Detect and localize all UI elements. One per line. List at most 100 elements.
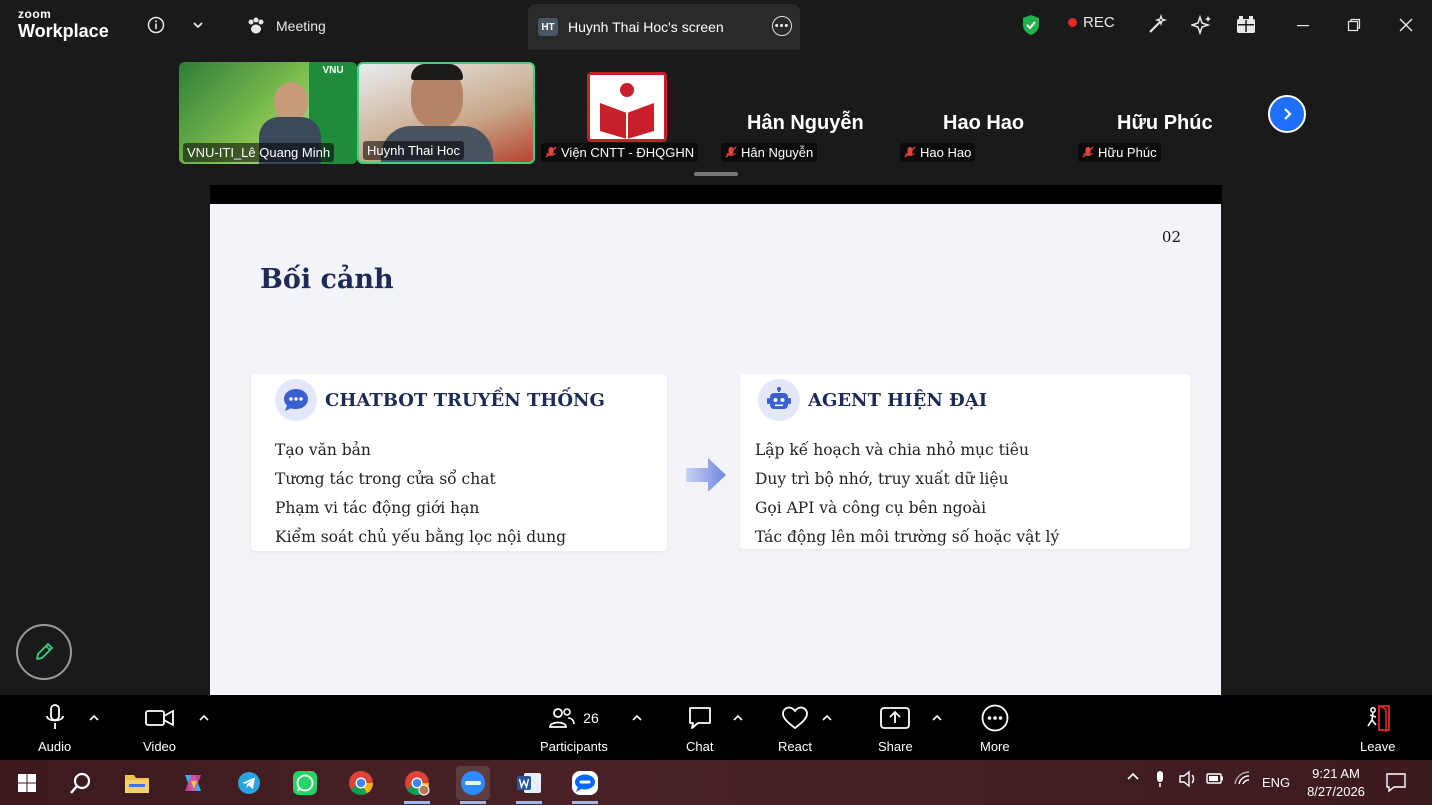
battery-icon[interactable] — [1205, 770, 1225, 789]
windows-taskbar: ENG 9:21 AM 8/27/2026 — [0, 760, 1432, 805]
share-button[interactable]: Share — [878, 703, 913, 754]
copilot-icon[interactable] — [176, 766, 210, 800]
ai-companion-sparkle-icon[interactable] — [1189, 12, 1215, 38]
apps-icon[interactable] — [1233, 12, 1259, 38]
file-explorer-icon[interactable] — [120, 766, 154, 800]
restore-icon[interactable] — [1341, 12, 1367, 38]
word-icon[interactable] — [512, 766, 546, 804]
recording-indicator[interactable]: REC — [1068, 14, 1115, 31]
screen-share-tab[interactable]: HT Huynh Thai Hoc's screen ••• — [528, 4, 800, 50]
magic-wand-icon[interactable] — [1144, 12, 1170, 38]
zoom-app-icon[interactable] — [456, 766, 490, 804]
more-options-icon[interactable]: ••• — [772, 16, 792, 36]
audio-options-caret[interactable] — [87, 711, 101, 725]
mic-muted-icon — [545, 145, 557, 158]
presenter-avatar: HT — [538, 18, 558, 36]
participants-button[interactable]: 26 Participants — [540, 703, 608, 754]
chat-button[interactable]: Chat — [686, 703, 713, 754]
annotate-button[interactable] — [16, 624, 72, 680]
share-screen-icon — [880, 707, 911, 729]
system-clock[interactable]: 9:21 AM 8/27/2026 — [1296, 765, 1376, 801]
participants-options-caret[interactable] — [630, 711, 644, 725]
search-icon — [70, 772, 91, 794]
windows-logo-icon — [18, 774, 36, 792]
participant-name-tile[interactable]: Hân Nguyễn Hân Nguyễn — [717, 62, 895, 164]
share-options-caret[interactable] — [930, 711, 944, 725]
chevron-down-icon[interactable] — [185, 12, 211, 38]
video-label: Video — [143, 739, 177, 754]
active-speaker-tile[interactable]: Huynh Thai Hoc — [357, 62, 535, 164]
participant-name-label: Hao Hao — [900, 143, 976, 162]
leave-door-icon — [1367, 705, 1390, 732]
leave-button[interactable]: Leave — [1360, 703, 1395, 754]
chevron-up-icon — [932, 714, 942, 721]
zalo-icon[interactable] — [568, 766, 602, 804]
list-item: Duy trì bộ nhớ, truy xuất dữ liệu — [755, 470, 1009, 488]
info-icon[interactable] — [143, 12, 169, 38]
participant-name: Hao Hao — [920, 145, 972, 160]
card-header: AGENT HIỆN ĐẠI — [758, 379, 987, 421]
card-list: Lập kế hoạch và chia nhỏ mục tiêu Duy tr… — [755, 436, 1059, 552]
card-list: Tạo văn bản Tương tác trong cửa sổ chat … — [275, 436, 566, 552]
input-language[interactable]: ENG — [1262, 775, 1290, 790]
gallery-resize-handle[interactable] — [694, 172, 738, 176]
list-item: Tạo văn bản — [275, 441, 371, 459]
banner-text: VNU — [322, 65, 344, 76]
chrome-icon[interactable] — [344, 766, 378, 800]
shared-screen-top-bar — [210, 185, 1222, 205]
mic-muted-icon — [1082, 145, 1094, 158]
card-header: CHATBOT TRUYỀN THỐNG — [275, 379, 605, 421]
participant-name-label: Hân Nguyễn — [721, 143, 818, 162]
rec-dot-icon — [1068, 18, 1077, 27]
slide-number: 02 — [1161, 228, 1181, 246]
clock-time: 9:21 AM — [1312, 766, 1360, 781]
audio-label: Audio — [38, 739, 72, 754]
more-button[interactable]: More — [980, 703, 1010, 754]
participant-name-label: Hữu Phúc — [1078, 143, 1161, 162]
chevron-up-icon — [1127, 772, 1139, 780]
pencil-icon — [36, 643, 53, 660]
participant-video-tile[interactable]: VNU VNU-ITI_Lê Quang Minh — [179, 62, 357, 164]
video-button[interactable]: Video — [143, 703, 176, 754]
start-button[interactable] — [10, 766, 44, 800]
share-label: Share — [878, 739, 913, 754]
participant-hair — [411, 64, 463, 80]
chat-options-caret[interactable] — [731, 711, 745, 725]
participants-label: Participants — [540, 739, 608, 754]
participant-name-tile[interactable]: Hao Hao Hao Hao — [896, 62, 1074, 164]
participant-name-tile[interactable]: Hữu Phúc Hữu Phúc — [1074, 62, 1252, 164]
title-bar: zoom Workplace Meeting HT Huynh Thai Hoc… — [0, 0, 1432, 50]
whatsapp-icon[interactable] — [288, 766, 322, 800]
notifications-button[interactable] — [1385, 771, 1407, 796]
list-item: Tương tác trong cửa sổ chat — [275, 470, 496, 488]
chat-icon — [688, 707, 711, 729]
telegram-icon[interactable] — [232, 766, 266, 800]
search-button[interactable] — [64, 766, 98, 800]
screen-tab-title: Huynh Thai Hoc's screen — [568, 19, 724, 35]
participant-display-name: Hân Nguyễn — [747, 112, 864, 134]
card-title: CHATBOT TRUYỀN THỐNG — [325, 389, 605, 411]
close-icon[interactable] — [1393, 12, 1419, 38]
chevron-up-icon — [822, 714, 832, 721]
next-page-button[interactable] — [1268, 95, 1306, 133]
participant-name: VNU-ITI_Lê Quang Minh — [187, 145, 331, 160]
show-hidden-icons-button[interactable] — [1126, 770, 1140, 785]
more-label: More — [980, 739, 1010, 754]
react-button[interactable]: React — [778, 703, 812, 754]
chat-label: Chat — [686, 739, 714, 754]
participant-name-label: Huynh Thai Hoc — [363, 141, 464, 160]
participant-avatar-tile[interactable]: Viện CNTT - ĐHQGHN — [539, 62, 717, 164]
audio-button[interactable]: Audio — [38, 703, 71, 754]
video-options-caret[interactable] — [197, 711, 211, 725]
microphone-tray-icon[interactable] — [1154, 770, 1166, 791]
notification-icon — [1386, 773, 1406, 793]
zoom-logo-bottom: Workplace — [18, 21, 109, 41]
rec-label: REC — [1083, 14, 1115, 31]
meeting-tab[interactable]: Meeting — [246, 12, 326, 40]
wifi-icon[interactable] — [1233, 770, 1253, 789]
minimize-icon[interactable] — [1290, 12, 1316, 38]
volume-icon[interactable] — [1178, 770, 1198, 791]
chrome-profile-icon[interactable] — [400, 766, 434, 804]
react-options-caret[interactable] — [820, 711, 834, 725]
security-shield-icon[interactable] — [1018, 12, 1044, 38]
